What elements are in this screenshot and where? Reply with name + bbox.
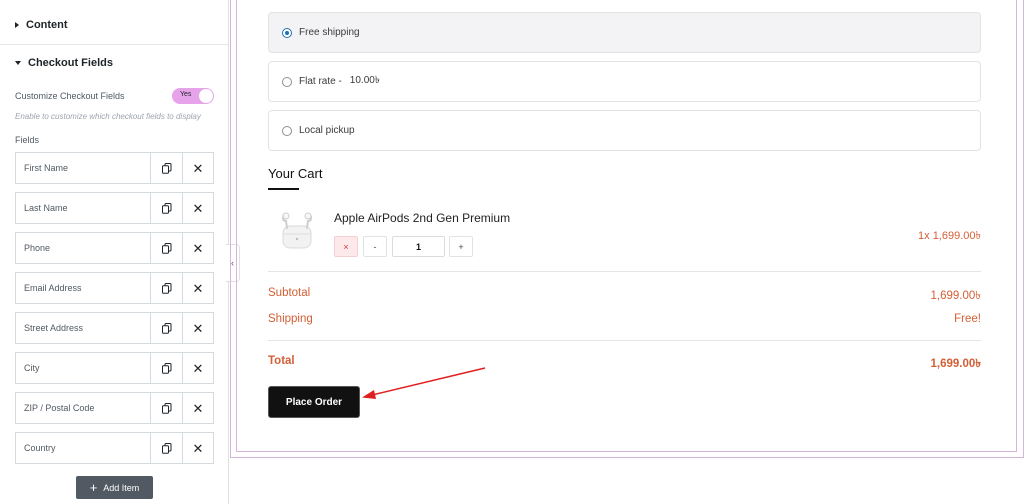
shipping-option-label: Flat rate - xyxy=(299,76,342,87)
copy-icon xyxy=(161,402,171,414)
plus-icon: + xyxy=(89,480,98,495)
line-item-price: 1x 1,699.00৳ xyxy=(918,230,981,242)
remove-button[interactable]: ✕ xyxy=(182,433,213,463)
product-name: Apple AirPods 2nd Gen Premium xyxy=(334,211,511,225)
field-row-last-name: Last Name ✕ xyxy=(15,192,214,224)
field-row-label[interactable]: ZIP / Postal Code xyxy=(16,393,151,423)
total-value: 1,699.00৳ xyxy=(930,358,982,370)
copy-icon xyxy=(161,362,171,374)
plus-icon: + xyxy=(458,241,464,252)
quantity-input[interactable]: 1 xyxy=(392,236,445,257)
place-order-label: Place Order xyxy=(285,396,343,408)
subtotal-label: Subtotal xyxy=(268,287,311,299)
minus-icon: - xyxy=(373,241,377,252)
field-row-label[interactable]: City xyxy=(16,353,151,383)
duplicate-button[interactable] xyxy=(151,313,182,343)
remove-button[interactable]: ✕ xyxy=(182,233,213,263)
close-icon: ✕ xyxy=(192,280,204,296)
field-row-city: City ✕ xyxy=(15,352,214,384)
shipping-label: Shipping xyxy=(268,313,313,325)
customize-checkout-fields-toggle[interactable]: Yes xyxy=(172,88,214,104)
field-row-label[interactable]: Phone xyxy=(16,233,151,263)
close-icon: ✕ xyxy=(192,160,204,176)
copy-icon xyxy=(161,202,171,214)
field-row-zip-postal-code: ZIP / Postal Code ✕ xyxy=(15,392,214,424)
caret-down-icon xyxy=(15,61,21,65)
shipping-value: Free! xyxy=(954,313,981,325)
remove-button[interactable]: ✕ xyxy=(182,273,213,303)
shipping-option-label: Local pickup xyxy=(299,125,355,136)
field-row-label[interactable]: First Name xyxy=(16,153,151,183)
shipping-option-local-pickup[interactable]: Local pickup xyxy=(268,110,981,151)
duplicate-button[interactable] xyxy=(151,233,182,263)
product-image-airpods xyxy=(281,212,313,249)
field-row-first-name: First Name ✕ xyxy=(15,152,214,184)
field-row-label[interactable]: Email Address xyxy=(16,273,151,303)
duplicate-button[interactable] xyxy=(151,153,182,183)
cart-title: Your Cart xyxy=(268,166,323,181)
toggle-knob xyxy=(199,89,213,103)
caret-right-icon xyxy=(15,22,19,28)
fields-label: Fields xyxy=(15,135,40,145)
field-row-street-address: Street Address ✕ xyxy=(15,312,214,344)
section-content-header[interactable]: Content xyxy=(0,5,229,45)
duplicate-button[interactable] xyxy=(151,273,182,303)
close-icon: × xyxy=(343,241,349,252)
customize-checkout-fields-label: Customize Checkout Fields xyxy=(15,91,125,101)
add-item-button[interactable]: + Add Item xyxy=(76,476,153,499)
duplicate-button[interactable] xyxy=(151,193,182,223)
field-row-label[interactable]: Country xyxy=(16,433,151,463)
copy-icon xyxy=(161,162,171,174)
copy-icon xyxy=(161,242,171,254)
duplicate-button[interactable] xyxy=(151,353,182,383)
copy-icon xyxy=(161,282,171,294)
decrease-quantity-button[interactable]: - xyxy=(363,236,387,257)
copy-icon xyxy=(161,442,171,454)
remove-button[interactable]: ✕ xyxy=(182,353,213,383)
section-content-label: Content xyxy=(26,19,68,31)
section-checkout-fields-label: Checkout Fields xyxy=(28,57,113,69)
close-icon: ✕ xyxy=(192,200,204,216)
cart-title-underline xyxy=(268,188,299,190)
radio-unchecked-icon[interactable] xyxy=(282,76,292,87)
place-order-button[interactable]: Place Order xyxy=(268,386,360,418)
remove-button[interactable]: ✕ xyxy=(182,193,213,223)
total-label: Total xyxy=(268,355,295,367)
remove-item-button[interactable]: × xyxy=(334,236,358,257)
toggle-state-label: Yes xyxy=(180,91,192,98)
shipping-option-price: 10.00৳ xyxy=(349,75,380,86)
radio-checked-icon[interactable] xyxy=(282,27,292,38)
cart-divider xyxy=(268,271,981,272)
subtotal-value: 1,699.00৳ xyxy=(930,290,982,302)
remove-button[interactable]: ✕ xyxy=(182,153,213,183)
shipping-option-flat-rate[interactable]: Flat rate - 10.00৳ xyxy=(268,61,981,102)
remove-button[interactable]: ✕ xyxy=(182,313,213,343)
duplicate-button[interactable] xyxy=(151,433,182,463)
field-row-email-address: Email Address ✕ xyxy=(15,272,214,304)
increase-quantity-button[interactable]: + xyxy=(449,236,473,257)
close-icon: ✕ xyxy=(192,320,204,336)
editor-panel: Content Checkout Fields Customize Checko… xyxy=(0,0,229,504)
close-icon: ✕ xyxy=(192,440,204,456)
add-item-label: Add Item xyxy=(103,482,140,493)
copy-icon xyxy=(161,322,171,334)
close-icon: ✕ xyxy=(192,240,204,256)
radio-unchecked-icon[interactable] xyxy=(282,125,292,136)
section-checkout-fields-header[interactable]: Checkout Fields xyxy=(0,43,229,83)
field-row-country: Country ✕ xyxy=(15,432,214,464)
field-row-phone: Phone ✕ xyxy=(15,232,214,264)
customize-description: Enable to customize which checkout field… xyxy=(15,112,201,121)
shipping-option-free-shipping[interactable]: Free shipping xyxy=(268,12,981,53)
shipping-option-label: Free shipping xyxy=(299,27,360,38)
duplicate-button[interactable] xyxy=(151,393,182,423)
field-row-label[interactable]: Street Address xyxy=(16,313,151,343)
field-row-label[interactable]: Last Name xyxy=(16,193,151,223)
totals-divider xyxy=(268,340,981,341)
remove-button[interactable]: ✕ xyxy=(182,393,213,423)
close-icon: ✕ xyxy=(192,360,204,376)
close-icon: ✕ xyxy=(192,400,204,416)
